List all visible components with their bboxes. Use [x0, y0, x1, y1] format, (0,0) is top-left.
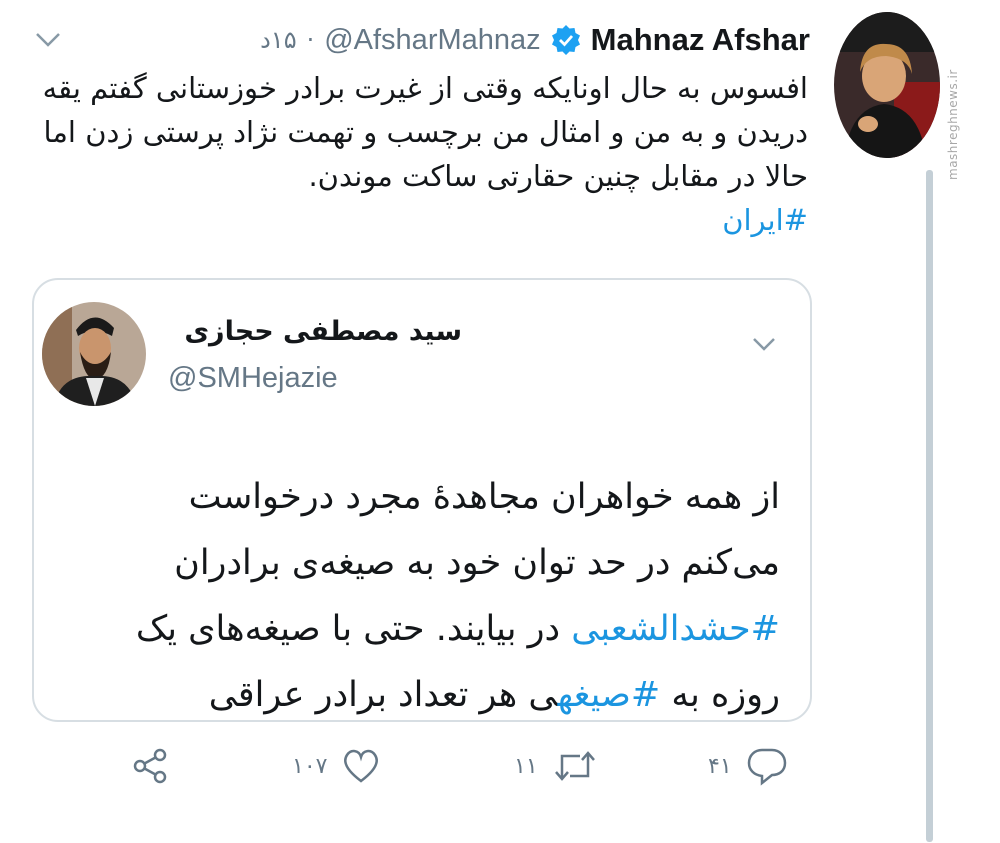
reply-button[interactable]: ۴۱: [708, 742, 788, 790]
header-separator: ·: [306, 26, 315, 54]
quoted-author-name[interactable]: سید مصطفی حجازی: [162, 316, 462, 347]
like-button[interactable]: ۱۰۷: [292, 742, 381, 790]
quoted-text-part3: ی هر تعداد برادر عراقی: [208, 675, 558, 715]
like-icon: [344, 749, 379, 783]
quoted-author-handle[interactable]: @SMHejazie: [168, 362, 338, 395]
watermark: mashreghnews.ir: [946, 69, 960, 180]
tweet-actions: ۱۰۷ ۱۱ ۴۱: [130, 742, 810, 790]
quoted-hashtag-1[interactable]: #حشدالشعبی: [571, 609, 780, 649]
hashtag-link[interactable]: #ایران: [722, 203, 808, 237]
chevron-down-icon: [36, 33, 60, 47]
like-count: ۱۰۷: [292, 753, 328, 779]
tweet-body: افسوس به حال اونایکه وقتی از غیرت برادر …: [28, 66, 808, 242]
author-name[interactable]: Mahnaz Afshar: [591, 22, 810, 58]
share-button[interactable]: [130, 742, 170, 790]
quoted-menu-button[interactable]: [746, 326, 782, 362]
quoted-author-avatar[interactable]: [42, 302, 146, 406]
reply-icon: [747, 748, 786, 786]
thread-line: [926, 170, 933, 842]
author-handle[interactable]: @AfsharMahnaz: [324, 24, 540, 57]
tweet-header: ۱۵د · @AfsharMahnaz Mahnaz Afshar: [30, 18, 810, 62]
quoted-tweet-card[interactable]: سید مصطفی حجازی @SMHejazie از همه خواهرا…: [32, 278, 812, 722]
quoted-hashtag-2[interactable]: #صیغه: [558, 675, 661, 715]
quoted-text-part1: از همه خواهران مجاهدهٔ مجرد درخواست می‌ک…: [174, 477, 780, 583]
reply-count: ۴۱: [708, 753, 732, 779]
verified-badge-icon: [551, 25, 581, 55]
retweet-count: ۱۱: [514, 753, 538, 779]
share-icon: [133, 748, 167, 784]
retweet-button[interactable]: ۱۱: [514, 742, 598, 790]
author-avatar[interactable]: [834, 12, 940, 158]
tweet-time[interactable]: ۱۵د: [260, 26, 296, 54]
retweet-icon: [554, 751, 595, 781]
chevron-down-icon: [753, 337, 775, 351]
tweet-text: افسوس به حال اونایکه وقتی از غیرت برادر …: [42, 71, 808, 193]
tweet-menu-button[interactable]: [30, 22, 66, 58]
quoted-tweet-text: از همه خواهران مجاهدهٔ مجرد درخواست می‌ک…: [94, 464, 780, 720]
